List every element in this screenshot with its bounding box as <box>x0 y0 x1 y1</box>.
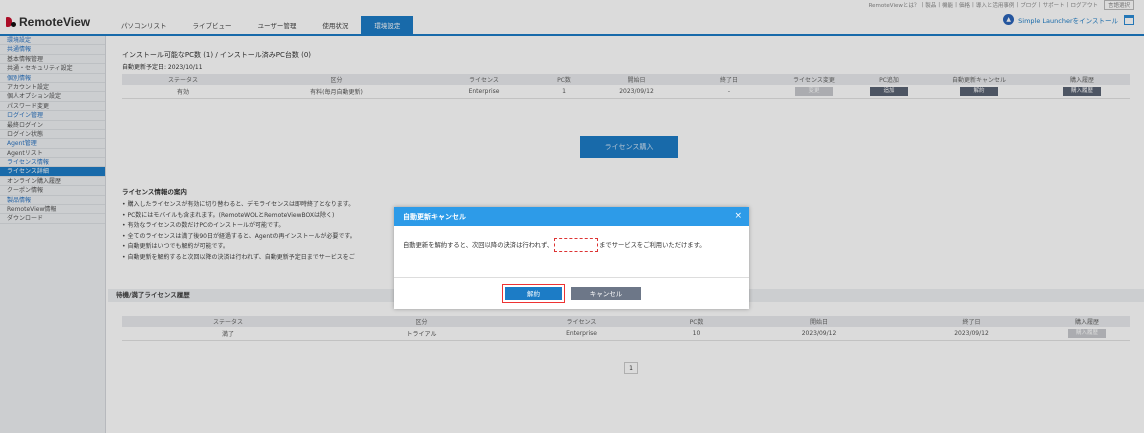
dialog-header: 自動更新キャンセル × <box>394 207 749 226</box>
confirm-highlight: 解約 <box>502 283 565 303</box>
dialog-title: 自動更新キャンセル <box>403 212 466 221</box>
dialog-cancel-button[interactable]: キャンセル <box>571 286 641 300</box>
dialog-footer: 解約 キャンセル <box>394 278 749 308</box>
dialog-message-after: までサービスをご利用いただけます。 <box>599 242 706 249</box>
dialog-message-before: 自動更新を解約すると、次回以降の決済は行われず、 <box>403 242 554 249</box>
auto-renew-cancel-dialog: 自動更新キャンセル × 自動更新を解約すると、次回以降の決済は行われず、 までサー… <box>394 207 749 309</box>
redacted-date-box <box>554 238 599 252</box>
dialog-body: 自動更新を解約すると、次回以降の決済は行われず、 までサービスをご利用いただけます… <box>394 226 749 278</box>
confirm-cancel-button[interactable]: 解約 <box>505 286 562 300</box>
close-icon[interactable]: × <box>734 211 742 221</box>
